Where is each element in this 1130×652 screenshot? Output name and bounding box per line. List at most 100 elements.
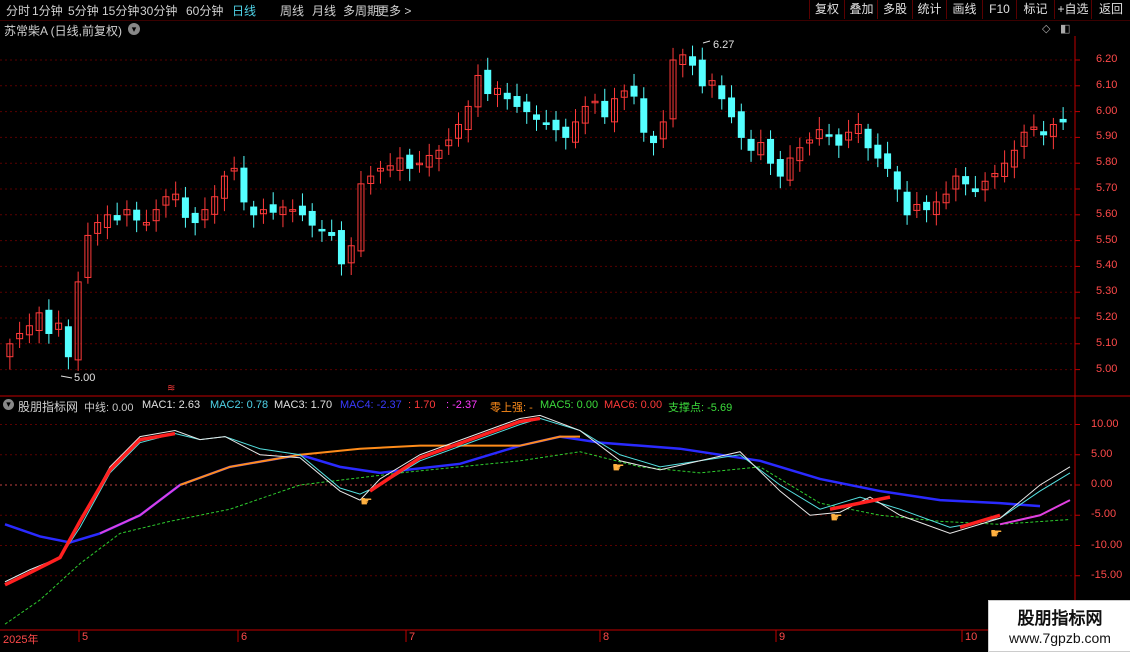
watermark-logo: 股朋指标网 www.7gpzb.com	[988, 600, 1130, 652]
candle-body	[601, 100, 609, 118]
candle-body	[181, 197, 189, 218]
candle-body	[630, 85, 638, 97]
candle-body	[767, 138, 775, 164]
time-axis-label: 5	[82, 631, 89, 643]
price-axis-label: 5.50	[1096, 233, 1118, 246]
price-axis-label: 5.40	[1096, 259, 1118, 272]
candle-body	[552, 119, 560, 131]
legend-item: MAC2: 0.78	[210, 399, 269, 411]
candle-body	[698, 59, 706, 87]
support-line	[4, 451, 1071, 625]
candle-body	[776, 159, 784, 177]
event-marker-icon[interactable]: ≋	[167, 383, 175, 394]
candle-body	[825, 134, 833, 137]
candle-body	[650, 135, 658, 144]
candle-body	[45, 309, 53, 334]
watermark-title: 股朋指标网	[1017, 609, 1103, 628]
price-axis-label: 5.20	[1096, 311, 1118, 323]
candle-body	[533, 114, 540, 120]
candle-body	[113, 215, 121, 221]
candle-body	[640, 98, 648, 133]
mac-magenta-line	[99, 484, 181, 535]
legend-item: MAC5: 0.00	[540, 399, 599, 411]
legend-item: MAC4: -2.37	[340, 399, 402, 411]
legend-item: : 1.70	[408, 399, 436, 411]
candle-body	[562, 126, 570, 138]
low-marker	[60, 375, 73, 379]
candle-body	[523, 101, 531, 113]
pointer-hand-icon: ☛	[612, 459, 625, 475]
candle-body	[874, 144, 882, 159]
chevron-down-icon[interactable]: ▾	[3, 399, 14, 410]
candle-body	[191, 212, 199, 224]
indicator-axis-label: 10.00	[1091, 417, 1119, 430]
candle-body	[884, 153, 892, 169]
candle-body	[971, 188, 979, 193]
price-axis-label: 6.00	[1096, 104, 1118, 117]
price-axis-label: 5.00	[1096, 362, 1118, 375]
candle-body	[1040, 131, 1048, 136]
high-price-label: 6.27	[713, 39, 735, 51]
low-price-label: 5.00	[74, 372, 96, 384]
legend-item: : -2.37	[446, 399, 478, 411]
candle-body	[250, 206, 258, 216]
legend-item: MAC1: 2.63	[142, 399, 201, 411]
candle-body	[406, 154, 414, 169]
candle-body	[269, 204, 277, 213]
legend-item: 支撑点: -5.69	[668, 402, 733, 414]
time-axis-label: 2025年	[3, 634, 39, 646]
indicator-axis-label: 5.00	[1091, 447, 1113, 460]
candle-body	[923, 201, 931, 211]
candle-body	[689, 56, 697, 66]
candle-body	[318, 228, 326, 232]
time-axis-label: 8	[603, 631, 610, 643]
watermark-url: www.7gpzb.com	[1009, 630, 1111, 646]
pointer-hand-icon: ☛	[360, 493, 373, 509]
candle-body	[962, 176, 970, 185]
candle-body	[484, 69, 492, 95]
indicator-name[interactable]: 股朋指标网	[18, 398, 78, 415]
price-axis-label: 6.20	[1096, 53, 1118, 65]
legend-item: 零上强: -	[490, 402, 533, 414]
legend-item: 中线: 0.00	[84, 402, 134, 414]
indicator-axis-label: -5.00	[1091, 508, 1117, 521]
price-axis-label: 5.80	[1096, 156, 1118, 169]
pointer-hand-icon: ☛	[830, 509, 843, 525]
chart-canvas[interactable]: ☛ ☛ ☛ ☛	[0, 0, 1130, 650]
candle-body	[903, 191, 911, 216]
indicator-axis-label: -10.00	[1091, 538, 1123, 551]
candle-body	[747, 138, 755, 151]
time-axis-label: 10	[965, 631, 978, 643]
high-marker	[702, 40, 711, 44]
time-axis-label: 7	[409, 631, 416, 643]
price-axis-label: 5.60	[1096, 207, 1118, 220]
indicator-axis-label: 0.00	[1091, 478, 1113, 490]
candle-body	[728, 97, 736, 118]
time-axis-label: 9	[779, 631, 786, 643]
mac4-line	[4, 435, 1041, 544]
candle-body	[893, 171, 901, 190]
candle-body	[240, 167, 248, 203]
candle-body	[835, 134, 843, 146]
legend-item: MAC6: 0.00	[604, 399, 663, 411]
candle-body	[542, 122, 550, 125]
price-axis-label: 5.10	[1096, 336, 1118, 349]
price-axis-label: 6.10	[1096, 78, 1118, 91]
candle-body	[328, 232, 336, 236]
candle-body	[513, 96, 521, 107]
indicator-axis-label: -15.00	[1091, 568, 1123, 581]
candle-body	[64, 326, 72, 358]
candle-body	[864, 128, 872, 149]
mac1-line	[4, 414, 1071, 583]
candle-body	[1059, 118, 1067, 123]
candle-body	[308, 210, 316, 226]
candle-body	[503, 92, 511, 100]
legend-item: MAC3: 1.70	[274, 399, 333, 411]
candle-body	[298, 205, 306, 216]
price-axis-label: 5.70	[1096, 182, 1118, 194]
candle-body	[337, 230, 345, 265]
pointer-hand-icon: ☛	[990, 525, 1003, 541]
price-axis-label: 5.30	[1096, 285, 1118, 298]
candle-body	[718, 85, 726, 100]
indicator-legend: ▾ 股朋指标网 中线: 0.00 MAC1: 2.63 MAC2: 0.78 MAC3…	[0, 398, 1075, 414]
